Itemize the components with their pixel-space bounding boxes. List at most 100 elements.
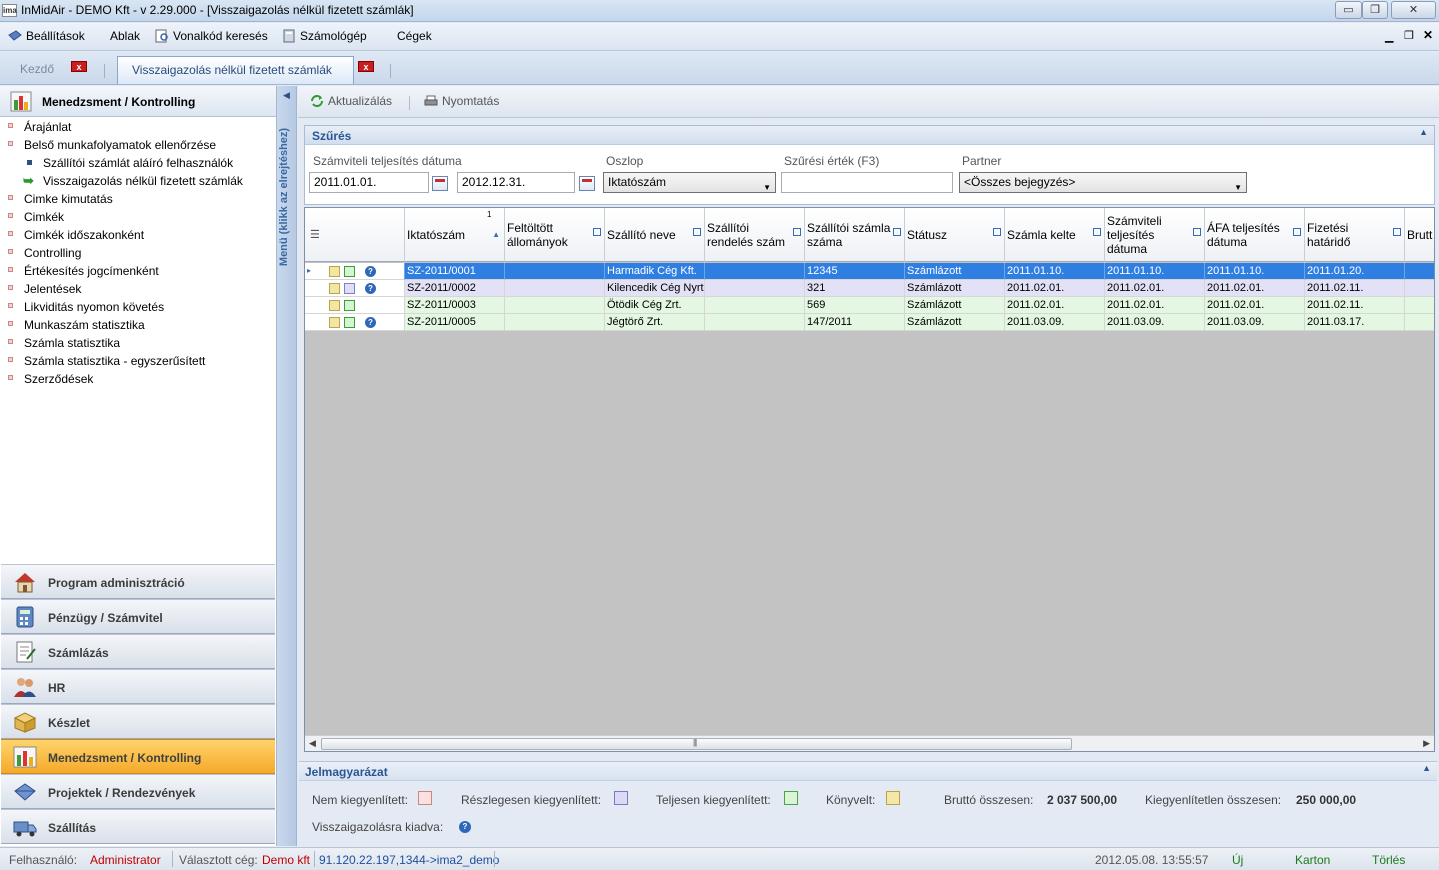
- column-header-iktatoszam[interactable]: 1 Iktatószám ▲: [405, 208, 505, 262]
- column-header-vat-date[interactable]: ÁFA teljesítés dátuma: [1205, 208, 1305, 262]
- cell-status[interactable]: Számlázott: [905, 280, 1005, 297]
- tab-unconfirmed-paid-invoices[interactable]: Visszaigazolás nélkül fizetett számlák: [117, 56, 354, 84]
- new-button[interactable]: Új: [1232, 853, 1243, 867]
- filter-box-icon[interactable]: [693, 228, 701, 236]
- menu-window[interactable]: Ablak: [110, 29, 140, 43]
- column-header-invoice-number[interactable]: Szállítói számla száma: [805, 208, 905, 262]
- card-button[interactable]: Karton: [1295, 853, 1330, 867]
- module-program-admin[interactable]: Program adminisztráció: [1, 564, 275, 599]
- table-row[interactable]: ▸ ? SZ-2011/0001 Harmadik Cég Kft. 12345…: [305, 263, 1434, 280]
- cell-gross[interactable]: [1405, 280, 1434, 297]
- filter-box-icon[interactable]: [1393, 228, 1401, 236]
- collapse-arrow-icon[interactable]: ▲: [1419, 127, 1428, 137]
- menu-companies[interactable]: Cégek: [397, 29, 432, 43]
- column-header-order-number[interactable]: Szállítói rendelés szám: [705, 208, 805, 262]
- filter-box-icon[interactable]: [993, 228, 1001, 236]
- menu-settings[interactable]: Beállítások: [8, 29, 85, 43]
- cell-files[interactable]: [505, 280, 605, 297]
- filter-box-icon[interactable]: [1193, 228, 1201, 236]
- date-from-input[interactable]: 2011.01.01.: [309, 172, 429, 193]
- row-indicator-cell[interactable]: ?: [305, 280, 405, 297]
- column-header-accounting-date[interactable]: Számviteli teljesítés dátuma: [1105, 208, 1205, 262]
- cell-vat-date[interactable]: 2011.01.10.: [1205, 263, 1305, 280]
- cell-due-date[interactable]: 2011.02.11.: [1305, 297, 1405, 314]
- module-hr[interactable]: HR: [1, 669, 275, 704]
- menu-calculator[interactable]: Számológép: [282, 29, 367, 43]
- collapse-arrow-icon[interactable]: ▲: [1422, 763, 1431, 773]
- filter-box-icon[interactable]: [1093, 228, 1101, 236]
- cell-issue-date[interactable]: 2011.03.09.: [1005, 314, 1105, 331]
- cell-issue-date[interactable]: 2011.02.01.: [1005, 297, 1105, 314]
- filter-box-icon[interactable]: [593, 228, 601, 236]
- cell-files[interactable]: [505, 263, 605, 280]
- module-finance[interactable]: Pénzügy / Számvitel: [1, 599, 275, 634]
- table-row[interactable]: ? SZ-2011/0002 Kilencedik Cég Nyrt. 321 …: [305, 280, 1434, 297]
- column-header-due-date[interactable]: Fizetési határidő: [1305, 208, 1405, 262]
- cell-order[interactable]: [705, 263, 805, 280]
- cell-order[interactable]: [705, 314, 805, 331]
- delete-button[interactable]: Törlés: [1372, 853, 1405, 867]
- table-row[interactable]: ? SZ-2011/0005 Jégtörő Zrt. 147/2011 Szá…: [305, 314, 1434, 331]
- module-projects-events[interactable]: Projektek / Rendezvények: [1, 774, 275, 809]
- scroll-left-icon[interactable]: ◀: [309, 738, 316, 749]
- cell-iktatoszam[interactable]: SZ-2011/0001: [405, 263, 505, 280]
- cell-invoice-number[interactable]: 147/2011: [805, 314, 905, 331]
- cell-due-date[interactable]: 2011.01.20.: [1305, 263, 1405, 280]
- partner-select[interactable]: <Összes bejegyzés> ▼: [959, 172, 1247, 193]
- menu-barcode-search[interactable]: Vonalkód keresés: [155, 29, 268, 43]
- cell-accounting-date[interactable]: 2011.02.01.: [1105, 297, 1205, 314]
- module-shipping[interactable]: Szállítás: [1, 809, 275, 844]
- tab-home[interactable]: Kezdő: [10, 56, 110, 84]
- group-panel-icon[interactable]: ☰: [310, 228, 320, 241]
- row-indicator-cell[interactable]: ▸ ?: [305, 263, 405, 280]
- cell-supplier[interactable]: Ötödik Cég Zrt.: [605, 297, 705, 314]
- horizontal-scrollbar[interactable]: ◀ ||| ▶: [305, 735, 1434, 751]
- cell-due-date[interactable]: 2011.02.11.: [1305, 280, 1405, 297]
- cell-accounting-date[interactable]: 2011.01.10.: [1105, 263, 1205, 280]
- column-header-status[interactable]: Státusz: [905, 208, 1005, 262]
- column-select[interactable]: Iktatószám ▼: [603, 172, 776, 193]
- cell-iktatoszam[interactable]: SZ-2011/0002: [405, 280, 505, 297]
- cell-vat-date[interactable]: 2011.02.01.: [1205, 297, 1305, 314]
- module-inventory[interactable]: Készlet: [1, 704, 275, 739]
- table-row[interactable]: SZ-2011/0003 Ötödik Cég Zrt. 569 Számláz…: [305, 297, 1434, 314]
- filter-panel-header[interactable]: Szűrés ▲: [305, 126, 1434, 145]
- cell-due-date[interactable]: 2011.03.17.: [1305, 314, 1405, 331]
- scroll-thumb[interactable]: |||: [321, 738, 1072, 750]
- cell-accounting-date[interactable]: 2011.02.01.: [1105, 280, 1205, 297]
- cell-supplier[interactable]: Jégtörő Zrt.: [605, 314, 705, 331]
- cell-order[interactable]: [705, 297, 805, 314]
- cell-invoice-number[interactable]: 569: [805, 297, 905, 314]
- grid-group-header[interactable]: ☰: [305, 208, 405, 262]
- module-management-controlling[interactable]: Menedzsment / Kontrolling: [1, 739, 275, 774]
- cell-iktatoszam[interactable]: SZ-2011/0005: [405, 314, 505, 331]
- tab-home-close-icon[interactable]: x: [71, 61, 87, 72]
- cell-supplier[interactable]: Harmadik Cég Kft.: [605, 263, 705, 280]
- tab-active-close-icon[interactable]: x: [358, 61, 374, 72]
- sidebar-collapse-rail[interactable]: ◀ Menü (klikk az elrejtéshez): [277, 86, 297, 846]
- filter-box-icon[interactable]: [893, 228, 901, 236]
- cell-supplier[interactable]: Kilencedik Cég Nyrt.: [605, 280, 705, 297]
- mdi-minimize-button[interactable]: ▁: [1385, 30, 1393, 43]
- cell-issue-date[interactable]: 2011.02.01.: [1005, 280, 1105, 297]
- cell-vat-date[interactable]: 2011.03.09.: [1205, 314, 1305, 331]
- maximize-button[interactable]: ❐: [1362, 1, 1388, 19]
- row-indicator-cell[interactable]: [305, 297, 405, 314]
- cell-gross[interactable]: [1405, 263, 1434, 280]
- filter-value-input[interactable]: [781, 172, 953, 193]
- cell-gross[interactable]: [1405, 297, 1434, 314]
- column-header-supplier[interactable]: Szállító neve: [605, 208, 705, 262]
- cell-gross[interactable]: [1405, 314, 1434, 331]
- calendar-icon[interactable]: [579, 176, 595, 191]
- cell-files[interactable]: [505, 314, 605, 331]
- row-indicator-cell[interactable]: ?: [305, 314, 405, 331]
- filter-box-icon[interactable]: [793, 228, 801, 236]
- cell-files[interactable]: [505, 297, 605, 314]
- cell-status[interactable]: Számlázott: [905, 297, 1005, 314]
- calendar-icon[interactable]: [432, 176, 448, 191]
- print-button[interactable]: Nyomtatás: [424, 94, 499, 108]
- column-header-uploaded-files[interactable]: Feltöltött állományok: [505, 208, 605, 262]
- cell-invoice-number[interactable]: 12345: [805, 263, 905, 280]
- minimize-button[interactable]: ▭: [1335, 1, 1362, 19]
- column-header-issue-date[interactable]: Számla kelte: [1005, 208, 1105, 262]
